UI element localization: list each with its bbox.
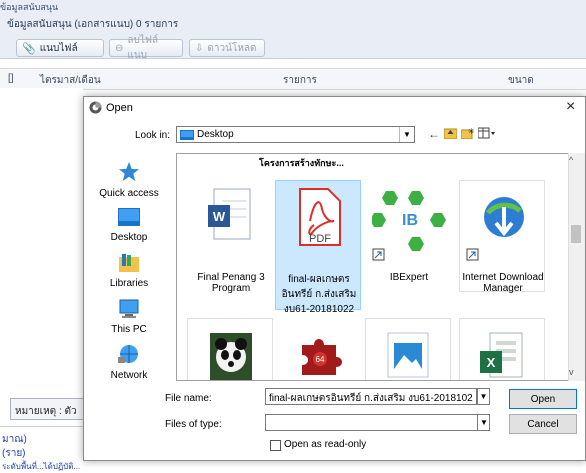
chevron-down-icon: ▼ [399, 127, 414, 142]
download-label: ดาวน์โหลด [207, 42, 257, 54]
file-label: โครงการสร้างทักษะ... [259, 158, 344, 168]
files-of-type-dropdown[interactable] [265, 414, 490, 431]
file-item[interactable] [187, 318, 273, 380]
cancel-button[interactable]: Cancel [509, 414, 577, 434]
ibexpert-icon: IB [370, 187, 448, 266]
panda-icon [210, 333, 252, 380]
idm-icon [466, 187, 542, 266]
desktop-icon [89, 207, 169, 230]
footer-line: (ราย) [2, 448, 26, 459]
attachments-table-header: [] ไตรมาส/เดือน รายการ ขนาด [0, 68, 586, 90]
file-item-selected[interactable]: PDF final-ผลเกษตรอินทรีย์ ก.ส่งเสริม งบ6… [275, 180, 361, 315]
attach-file-label: แนบไฟล์ [39, 42, 78, 54]
dialog-titlebar[interactable]: Open × [84, 97, 585, 119]
excel-icon: X [478, 331, 526, 380]
new-folder-icon[interactable]: ✳ [460, 127, 475, 142]
image-file-icon [384, 331, 432, 380]
note-field: หมายเหตุ : ตัว [10, 398, 86, 420]
back-icon[interactable]: ← [428, 127, 440, 141]
place-this-pc[interactable]: This PC [89, 299, 169, 335]
pdf-badge: PDF [309, 233, 331, 245]
computer-icon [89, 299, 169, 322]
file-label: IBExpert [389, 272, 429, 283]
file-label: Internet Download Manager [462, 272, 544, 294]
file-item[interactable]: IB IBExpert [365, 180, 451, 292]
place-desktop[interactable]: Desktop [89, 207, 169, 243]
place-label: Libraries [109, 278, 149, 289]
paperclip-icon: 📎 [22, 42, 36, 55]
place-label: Desktop [110, 232, 148, 243]
vertical-scrollbar[interactable] [568, 153, 585, 381]
desktop-icon [180, 130, 194, 143]
open-file-dialog: Open × Look in: Desktop ▼ ← ✳ Quick acce… [83, 96, 586, 461]
delete-icon: ⊖ [115, 42, 124, 54]
scrollbar-thumb[interactable] [571, 225, 581, 243]
puzzle-badge: 64 [316, 355, 325, 364]
excel-badge: X [487, 355, 496, 370]
scroll-up-icon[interactable]: ^ [569, 155, 573, 165]
word-icon: W [208, 187, 252, 244]
place-label: Network [110, 370, 148, 381]
look-in-label: Look in: [135, 130, 171, 141]
up-folder-icon[interactable] [443, 127, 458, 142]
app-top-text: ข้อมูลสนับสนุน [0, 2, 59, 12]
select-all-column[interactable]: [] [8, 73, 14, 84]
place-quick-access[interactable]: Quick access [89, 161, 169, 199]
svg-text:✳: ✳ [468, 127, 474, 136]
app-content-left [0, 88, 83, 426]
read-only-checkbox[interactable] [270, 440, 281, 451]
puzzle-icon: 64 [296, 331, 342, 380]
file-name-input[interactable]: final-ผลเกษตรอินทรีย์ ก.ส่งเสริม งบ61-20… [265, 388, 477, 405]
file-item[interactable] [365, 318, 451, 380]
download-button[interactable]: ⇩ ดาวน์โหลด [189, 39, 265, 57]
close-icon[interactable]: × [566, 98, 575, 116]
star-icon [89, 161, 169, 186]
places-bar: Quick access Desktop Libraries This PC N… [89, 153, 169, 403]
file-item[interactable]: 64 [275, 318, 361, 380]
quarter-month-column: ไตรมาส/เดือน [40, 75, 101, 86]
chevron-down-icon[interactable]: ▼ [477, 388, 490, 405]
files-of-type-label: Files of type: [165, 419, 222, 430]
file-item[interactable]: W Final Penang 3 Program [187, 180, 273, 294]
file-label: Final Penang 3 Program [197, 272, 265, 294]
file-item[interactable]: Internet Download Manager [459, 180, 545, 294]
place-network[interactable]: Network [89, 343, 169, 381]
footer-line: ระดับพื้นที่...ได้ปฏิบัติ... [2, 462, 81, 471]
look-in-dropdown[interactable]: Desktop ▼ [176, 126, 415, 143]
delete-attachment-label: ลบไฟล์แนบ [127, 35, 159, 61]
file-item[interactable]: X [459, 318, 545, 380]
svg-text:IB: IB [402, 212, 418, 229]
items-column: รายการ [283, 75, 317, 86]
file-list: โครงการสร้างทักษะ... W Final Penang 3 Pr… [176, 153, 572, 381]
network-icon [89, 343, 169, 368]
place-libraries[interactable]: Libraries [89, 253, 169, 289]
pdf-icon: PDF [294, 187, 344, 252]
footer-line: มาณ) [2, 434, 27, 445]
app-logo-icon [89, 101, 102, 117]
libraries-icon [89, 253, 169, 276]
open-button[interactable]: Open [509, 389, 577, 409]
attach-file-button[interactable]: 📎 แนบไฟล์ [16, 39, 104, 57]
chevron-down-icon[interactable]: ▼ [477, 414, 490, 431]
delete-attachment-button[interactable]: ⊖ ลบไฟล์แนบ [109, 35, 183, 61]
dialog-title: Open [106, 102, 133, 114]
download-icon: ⇩ [195, 42, 204, 54]
file-name-label: File name: [165, 393, 212, 404]
panel-title: ข้อมูลสนับสนุน (เอกสารแนบ) 0 รายการ [7, 19, 179, 30]
scroll-down-icon[interactable]: v [569, 367, 574, 377]
place-label: Quick access [99, 188, 159, 199]
size-column: ขนาด [508, 75, 534, 86]
file-label: final-ผลเกษตรอินทรีย์ ก.ส่งเสริม งบ61-20… [281, 274, 357, 315]
view-menu-icon[interactable] [477, 127, 496, 142]
read-only-label: Open as read-only [284, 439, 367, 450]
look-in-value: Desktop [197, 129, 234, 140]
place-label: This PC [111, 324, 147, 335]
word-badge: W [213, 209, 226, 224]
